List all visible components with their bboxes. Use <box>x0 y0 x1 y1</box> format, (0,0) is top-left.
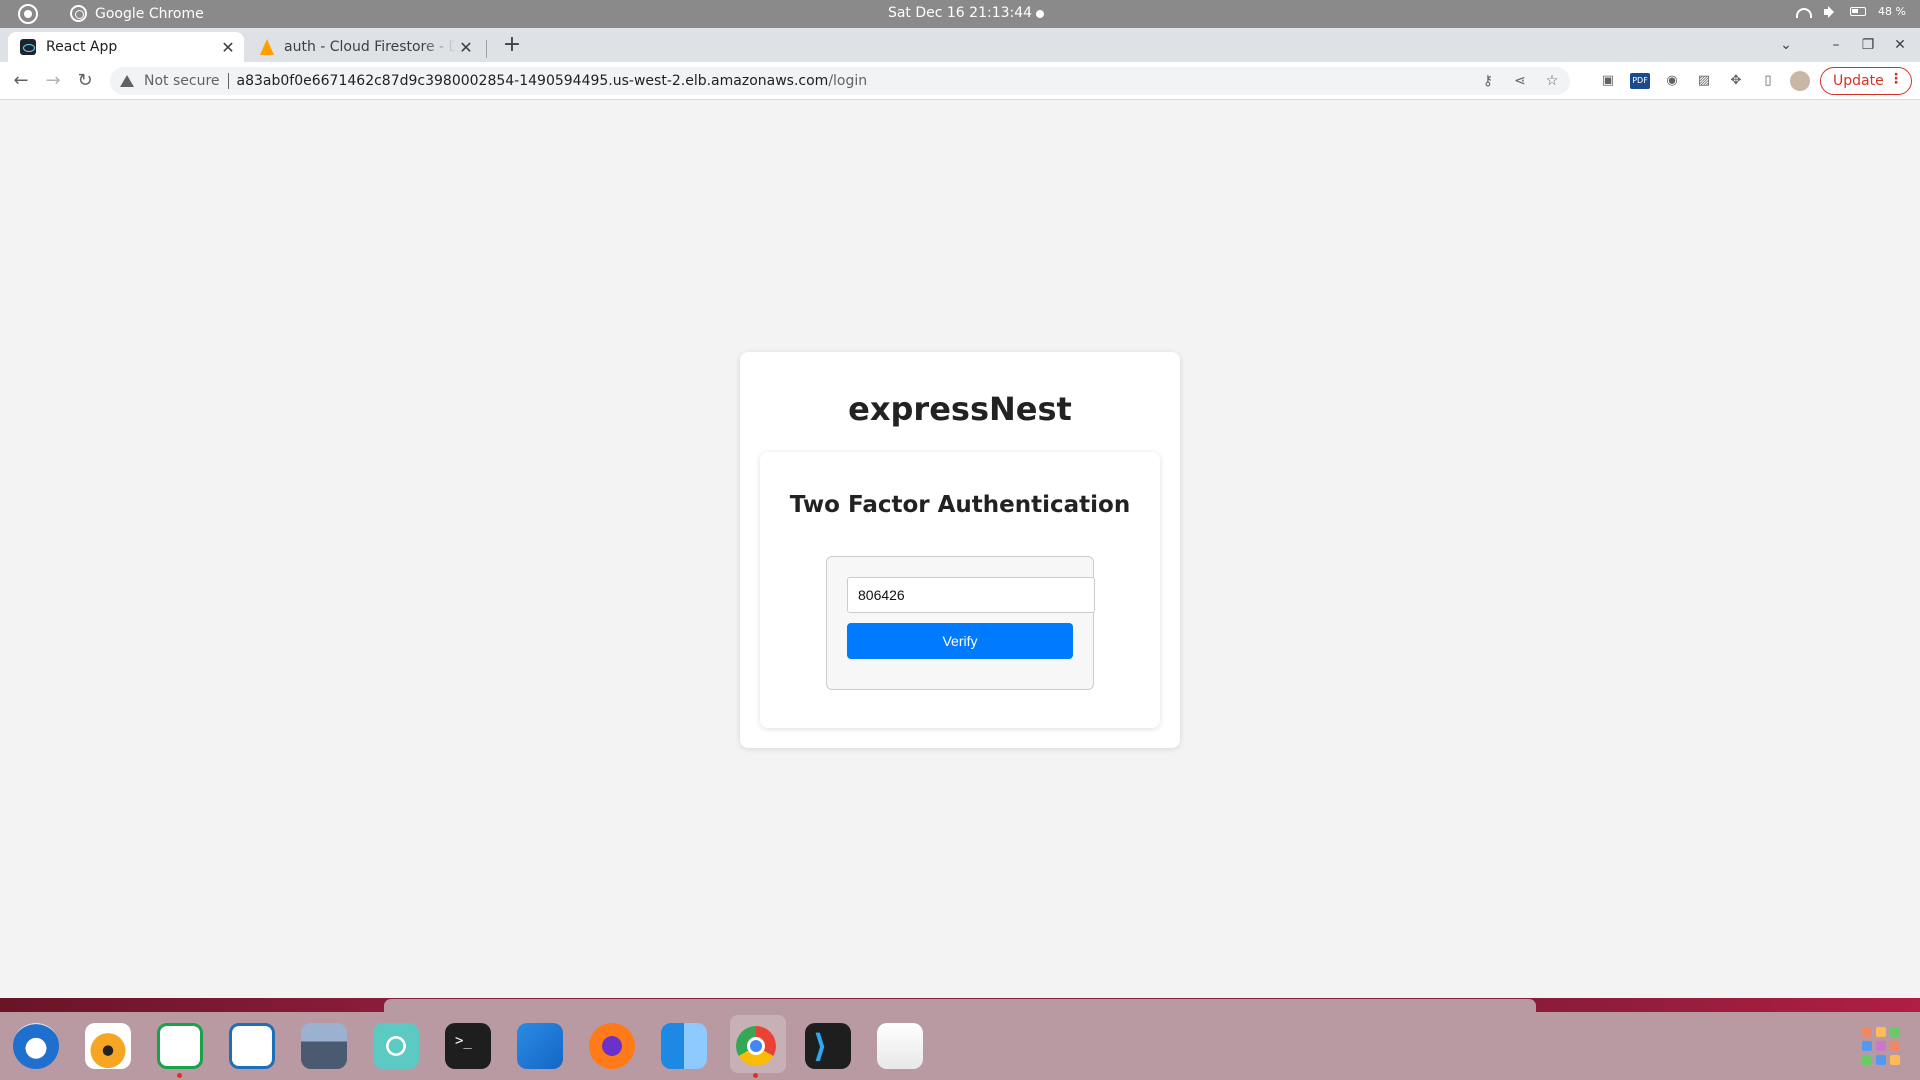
verification-code-input[interactable] <box>847 577 1095 613</box>
dock <box>0 1012 1920 1080</box>
system-menu[interactable]: 48 % <box>1796 5 1906 18</box>
finder-icon[interactable] <box>661 1023 707 1069</box>
battery-percentage: 48 % <box>1878 5 1906 18</box>
brand-title: expressNest <box>848 390 1072 428</box>
omnibox-divider <box>227 73 229 89</box>
extensions-puzzle-icon[interactable]: ✥ <box>1726 71 1746 91</box>
close-window-icon[interactable]: ✕ <box>1886 32 1914 58</box>
bookmark-star-icon[interactable]: ☆ <box>1542 71 1562 91</box>
app-center-icon[interactable] <box>517 1023 563 1069</box>
tab-title: auth - Cloud Firestore - Da <box>284 39 456 55</box>
url-host[interactable]: a83ab0f0e6671462c87d9c3980002854-1490594… <box>237 73 829 89</box>
chrome-icon[interactable] <box>736 1026 776 1066</box>
clock[interactable]: Sat Dec 16 21:13:44 <box>888 5 1032 21</box>
thunderbird-icon[interactable] <box>13 1023 59 1069</box>
chrome-mini-icon <box>70 5 87 22</box>
forward-icon[interactable]: → <box>40 68 66 94</box>
page-title: Two Factor Authentication <box>789 492 1131 518</box>
running-indicator <box>753 1073 758 1078</box>
key-icon[interactable]: ⚷ <box>1478 71 1498 91</box>
share-icon[interactable]: ⋖ <box>1510 71 1530 91</box>
calc-icon[interactable] <box>157 1023 203 1069</box>
app-menu-label: Google Chrome <box>95 5 204 22</box>
tab-search-icon[interactable]: ⌄ <box>1772 32 1800 58</box>
app-menu[interactable]: Google Chrome <box>70 5 204 22</box>
help-icon[interactable] <box>373 1023 419 1069</box>
profile-avatar[interactable] <box>1790 71 1810 91</box>
verify-form: Verify <box>826 556 1095 690</box>
url-path[interactable]: /login <box>828 73 867 89</box>
dock-top-edge <box>0 998 1920 1012</box>
rhythmbox-icon[interactable] <box>85 1023 131 1069</box>
activities-icon[interactable] <box>18 4 38 24</box>
restore-icon[interactable]: ❐ <box>1854 32 1882 58</box>
tab-strip: React App ✕ auth - Cloud Firestore - Da … <box>0 28 1920 62</box>
firebase-icon <box>260 39 274 55</box>
address-bar[interactable]: Not secure a83ab0f0e6671462c87d9c3980002… <box>110 67 1570 95</box>
close-tab-icon[interactable]: ✕ <box>456 38 476 57</box>
writer-icon[interactable] <box>229 1023 275 1069</box>
camera-icon[interactable]: ◉ <box>1662 71 1682 91</box>
new-tab-button[interactable]: + <box>498 32 526 60</box>
close-tab-icon[interactable]: ✕ <box>218 38 238 57</box>
text-editor-icon[interactable] <box>877 1023 923 1069</box>
recording-indicator-icon <box>1036 10 1044 18</box>
battery-icon <box>1850 7 1867 16</box>
running-indicator <box>177 1073 182 1078</box>
show-apps-icon[interactable] <box>1860 1023 1906 1069</box>
tab-divider <box>486 40 487 58</box>
screenshot-icon[interactable] <box>301 1023 347 1069</box>
update-button[interactable]: Update ⋮ <box>1820 67 1912 95</box>
side-panel-icon[interactable]: ▯ <box>1758 71 1778 91</box>
browser-toolbar: ← → ↻ Not secure a83ab0f0e6671462c87d9c3… <box>0 62 1920 100</box>
tab-react-app[interactable]: React App ✕ <box>8 32 244 62</box>
verify-button[interactable]: Verify <box>847 623 1073 659</box>
reload-icon[interactable]: ↻ <box>72 68 98 94</box>
warning-icon <box>120 75 134 87</box>
page-viewport: expressNest Two Factor Authentication Ve… <box>0 101 1920 998</box>
tab-firestore[interactable]: auth - Cloud Firestore - Da ✕ <box>252 32 482 62</box>
terminal-icon[interactable]: >_ <box>445 1023 491 1069</box>
vscode-icon[interactable]: ⟩ <box>805 1023 851 1069</box>
minimize-icon[interactable]: – <box>1822 32 1850 58</box>
system-top-bar: Google Chrome Sat Dec 16 21:13:44 48 % <box>0 0 1920 28</box>
pdf-extension-icon[interactable]: PDF <box>1630 73 1650 89</box>
dock-scroll-handle[interactable] <box>384 999 1536 1012</box>
tab-title: React App <box>46 39 118 55</box>
extension-save-icon[interactable]: ▣ <box>1598 71 1618 91</box>
two-factor-card: Two Factor Authentication Verify <box>760 452 1160 728</box>
login-card: expressNest Two Factor Authentication Ve… <box>740 352 1180 748</box>
edit-extension-icon[interactable]: ▨ <box>1694 71 1714 91</box>
wifi-icon <box>1796 7 1813 18</box>
more-menu-icon[interactable]: ⋮ <box>1889 71 1903 87</box>
back-icon[interactable]: ← <box>8 68 34 94</box>
firefox-icon[interactable] <box>589 1023 635 1069</box>
security-label[interactable]: Not secure <box>144 73 220 89</box>
volume-icon <box>1824 5 1838 18</box>
react-icon <box>20 39 36 55</box>
update-label: Update <box>1833 73 1884 89</box>
